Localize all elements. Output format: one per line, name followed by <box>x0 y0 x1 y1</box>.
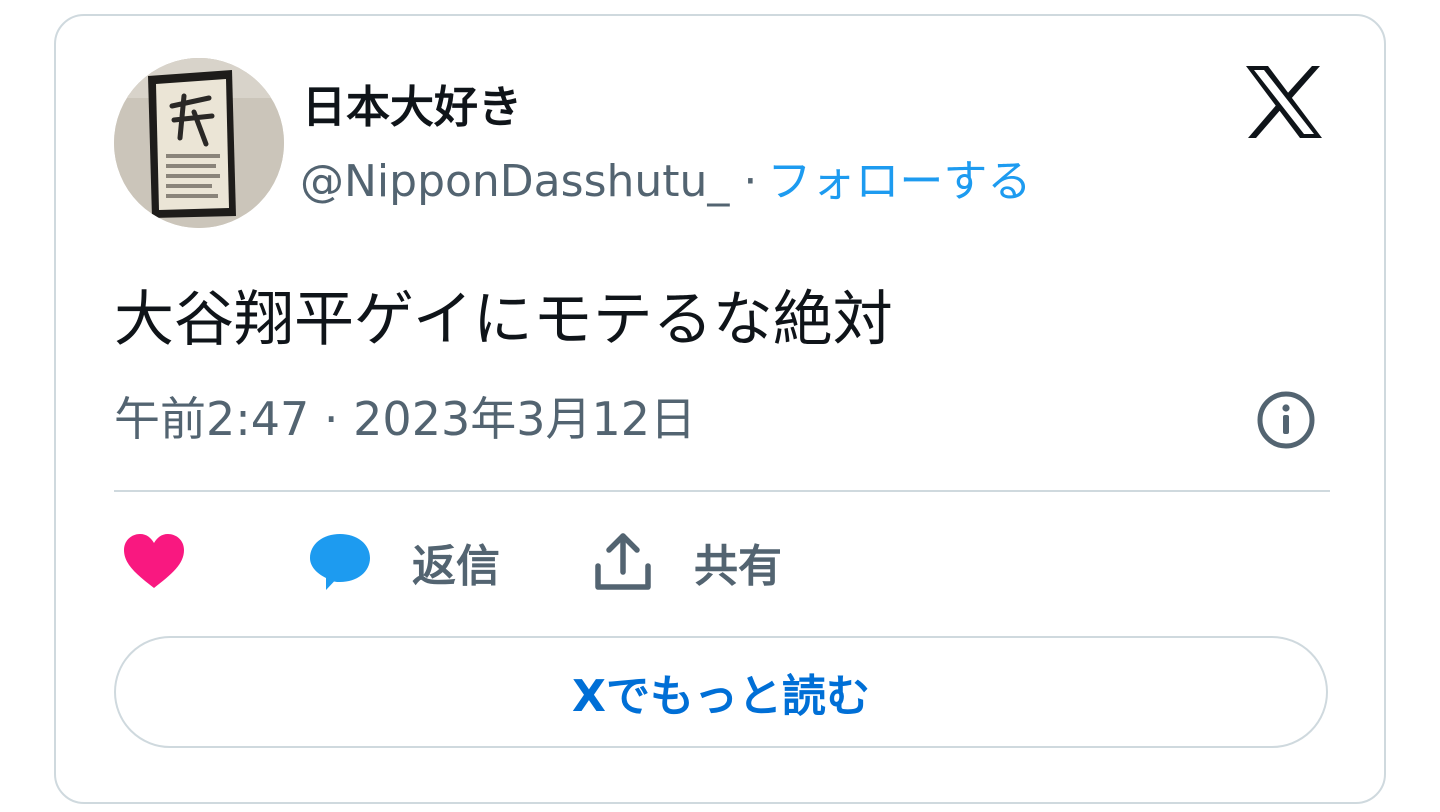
avatar-image <box>114 58 284 228</box>
tweet-text: 大谷翔平ゲイにモテるな絶対 <box>114 285 893 355</box>
speech-bubble-icon <box>310 534 370 590</box>
tweet-timestamp[interactable]: 午前2:47 · 2023年3月12日 <box>114 390 696 448</box>
author-handle[interactable]: @NipponDasshutu_ <box>300 156 729 207</box>
share-button[interactable]: 共有 <box>594 530 782 594</box>
avatar[interactable] <box>114 58 284 228</box>
divider <box>114 490 1330 492</box>
handle-separator: · <box>743 156 758 207</box>
info-icon[interactable] <box>1254 388 1318 452</box>
read-more-button[interactable]: Xでもっと読む <box>114 636 1328 748</box>
share-upload-icon <box>595 533 651 590</box>
x-logo-icon[interactable] <box>1244 64 1324 140</box>
tweet-card: 日本大好き @NipponDasshutu_ · フォローする 大谷翔平ゲイにモテる… <box>54 14 1386 804</box>
share-label: 共有 <box>694 541 782 592</box>
author-display-name[interactable]: 日本大好き <box>302 80 522 136</box>
like-button[interactable] <box>122 530 186 594</box>
reply-button[interactable]: 返信 <box>308 530 500 594</box>
heart-icon <box>124 534 184 588</box>
author-handle-row: @NipponDasshutu_ · フォローする <box>300 154 1031 210</box>
follow-link[interactable]: フォローする <box>767 156 1031 207</box>
reply-label: 返信 <box>412 541 500 592</box>
